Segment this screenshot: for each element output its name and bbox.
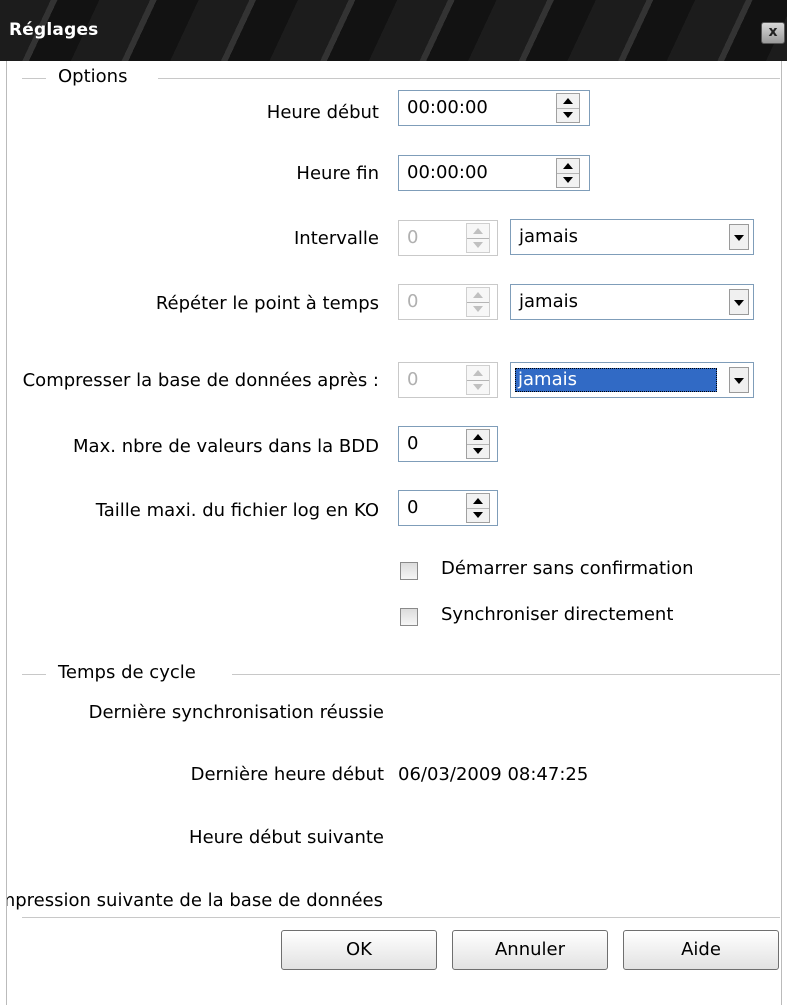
window-title: Réglages	[9, 20, 99, 40]
dropdown-arrow-icon[interactable]	[729, 224, 749, 250]
derniere-heure-label: Dernière heure début	[190, 764, 384, 785]
compresser-unit-select[interactable]: jamais	[510, 362, 754, 398]
max-valeurs-label: Max. nbre de valeurs dans la BDD	[73, 436, 379, 457]
intervalle-spinner[interactable]	[466, 223, 490, 253]
heure-debut-label: Heure début	[266, 102, 379, 123]
spin-down-icon[interactable]	[467, 444, 489, 458]
cycle-group-line-right	[232, 674, 780, 675]
title-bar[interactable]: Réglages x	[0, 0, 787, 61]
options-group-label: Options	[58, 66, 128, 87]
repeter-spinner[interactable]	[466, 287, 490, 317]
cycle-group-line-left	[22, 674, 46, 675]
cancel-button[interactable]: Annuler	[452, 930, 608, 970]
demarrer-label[interactable]: Démarrer sans confirmation	[441, 558, 693, 579]
spin-up-icon[interactable]	[557, 159, 579, 174]
heure-fin-label: Heure fin	[296, 163, 379, 184]
spin-up-icon[interactable]	[467, 366, 489, 381]
spin-up-icon[interactable]	[467, 224, 489, 239]
compresser-label: Compresser la base de données après :	[22, 370, 379, 391]
spin-down-icon[interactable]	[467, 508, 489, 522]
repeter-value: 0	[407, 291, 419, 312]
taille-log-label: Taille maxi. du fichier log en KO	[95, 500, 379, 521]
window-frame-right	[781, 61, 787, 1005]
intervalle-unit-value: jamais	[519, 226, 578, 247]
options-group-line-right	[158, 78, 780, 79]
repeter-unit-select[interactable]: jamais	[510, 284, 754, 320]
spin-up-icon[interactable]	[557, 94, 579, 109]
derniere-heure-value: 06/03/2009 08:47:25	[398, 764, 589, 785]
derniere-sync-label: Dernière synchronisation réussie	[88, 702, 384, 723]
help-button[interactable]: Aide	[623, 930, 779, 970]
spin-up-icon[interactable]	[467, 288, 489, 303]
compresser-spinner[interactable]	[466, 365, 490, 395]
synchroniser-label[interactable]: Synchroniser directement	[441, 604, 673, 625]
options-group-line-left	[22, 78, 46, 79]
window-frame-left	[0, 61, 7, 1005]
close-icon[interactable]: x	[761, 22, 785, 44]
spin-up-icon[interactable]	[467, 430, 489, 445]
spin-down-icon[interactable]	[557, 173, 579, 187]
max-valeurs-value: 0	[407, 433, 419, 454]
bottom-separator	[22, 917, 780, 918]
spin-down-icon[interactable]	[467, 302, 489, 316]
compresser-value: 0	[407, 369, 419, 390]
taille-log-value: 0	[407, 497, 419, 518]
intervalle-value: 0	[407, 227, 419, 248]
heure-debut-spinner[interactable]	[556, 93, 580, 123]
spin-up-icon[interactable]	[467, 494, 489, 509]
max-valeurs-spinner[interactable]	[466, 429, 490, 459]
heure-fin-value: 00:00:00	[407, 162, 488, 183]
synchroniser-checkbox[interactable]	[400, 608, 418, 626]
spin-down-icon[interactable]	[467, 238, 489, 252]
intervalle-unit-select[interactable]: jamais	[510, 219, 754, 255]
compresser-unit-value: jamais	[515, 368, 717, 392]
dropdown-arrow-icon[interactable]	[729, 289, 749, 315]
taille-log-spinner[interactable]	[466, 493, 490, 523]
demarrer-checkbox[interactable]	[400, 562, 418, 580]
repeter-unit-value: jamais	[519, 291, 578, 312]
repeter-label: Répéter le point à temps	[155, 293, 379, 314]
ok-button[interactable]: OK	[281, 930, 437, 970]
intervalle-label: Intervalle	[293, 228, 379, 249]
spin-down-icon[interactable]	[557, 108, 579, 122]
cycle-group-label: Temps de cycle	[58, 662, 196, 683]
heure-debut-value: 00:00:00	[407, 97, 488, 118]
heure-fin-spinner[interactable]	[556, 158, 580, 188]
spin-down-icon[interactable]	[467, 380, 489, 394]
compression-suivante-label: Compression suivante de la base de donné…	[7, 890, 383, 911]
compression-suivante-label-clip: Compression suivante de la base de donné…	[7, 880, 383, 912]
heure-suivante-label: Heure début suivante	[189, 827, 384, 848]
dropdown-arrow-icon[interactable]	[729, 367, 749, 393]
